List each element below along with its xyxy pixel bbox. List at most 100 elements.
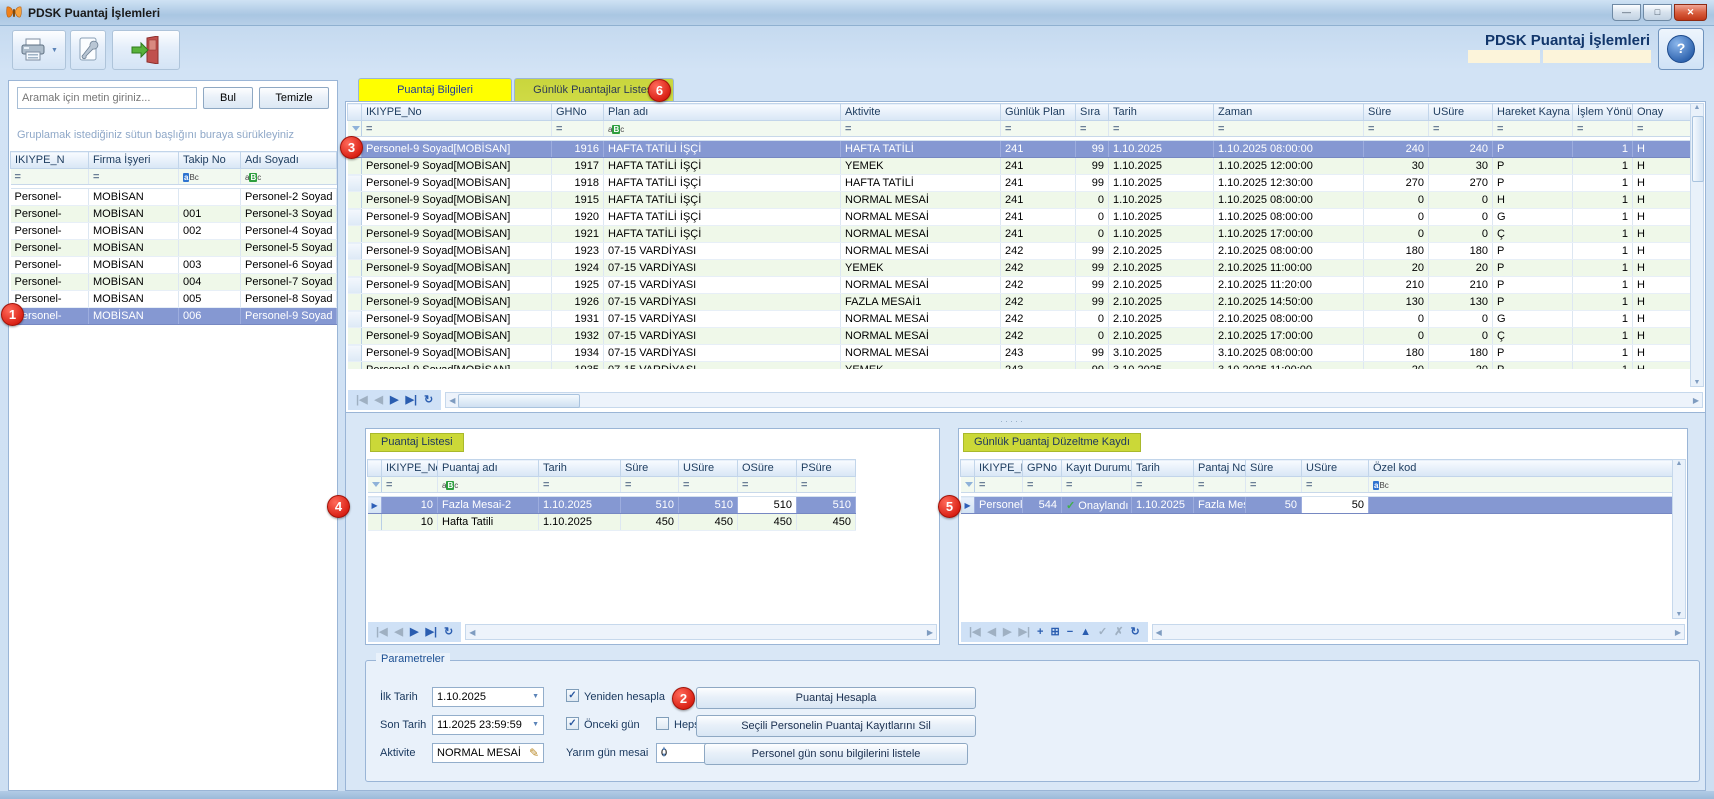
cell[interactable]: HAFTA TATİLİ İŞÇİ	[604, 175, 841, 192]
cell[interactable]: 005	[179, 291, 241, 308]
cell[interactable]: 1.10.2025	[1109, 226, 1214, 243]
nav-last-icon[interactable]: ▶|	[405, 390, 417, 410]
cell[interactable]: Personel-7 Soyad	[241, 274, 337, 291]
column-header[interactable]: Onay	[1633, 104, 1693, 121]
filter-cell[interactable]: =	[1633, 121, 1693, 137]
cell[interactable]: 450	[797, 514, 856, 531]
cell[interactable]: HAFTA TATİLİ İŞÇİ	[604, 192, 841, 209]
cell[interactable]: 270	[1429, 175, 1493, 192]
cell[interactable]: HAFTA TATİLİ	[841, 175, 1001, 192]
print-dropdown-arrow[interactable]: ▼	[51, 47, 58, 54]
column-header[interactable]: GPNo	[1023, 460, 1062, 477]
column-header[interactable]: Süre	[1246, 460, 1302, 477]
help-button[interactable]: ?	[1658, 28, 1704, 70]
cell[interactable]: 1932	[552, 328, 604, 345]
cell[interactable]: H	[1633, 141, 1693, 158]
dropdown-arrow-icon[interactable]: ▼	[532, 688, 539, 706]
cell[interactable]: 0	[1076, 328, 1109, 345]
cell[interactable]: 1	[1573, 277, 1633, 294]
nav-delete-icon[interactable]: −	[1067, 622, 1073, 642]
column-header[interactable]: IKIYPE_No	[975, 460, 1023, 477]
table-row[interactable]: Personel-9 Soyad[MOBİSAN]192607-15 VARDİ…	[348, 294, 1693, 311]
cell[interactable]: FAZLA MESAİ1	[841, 294, 1001, 311]
cell[interactable]: Ç	[1493, 226, 1573, 243]
cell[interactable]: Personel-9 So	[975, 497, 1023, 514]
cell[interactable]	[1369, 497, 1676, 514]
filter-cell[interactable]: =	[1573, 121, 1633, 137]
cell[interactable]: 50	[1246, 497, 1302, 514]
cell[interactable]: 1917	[552, 158, 604, 175]
cell[interactable]: 1.10.2025 08:00:00	[1214, 141, 1364, 158]
cell[interactable]: 50	[1302, 497, 1369, 514]
find-button[interactable]: Bul	[203, 87, 253, 109]
cell[interactable]: P	[1493, 175, 1573, 192]
cell[interactable]: P	[1493, 260, 1573, 277]
filter-cell[interactable]: =	[1132, 477, 1194, 493]
settings-button[interactable]	[70, 30, 106, 70]
scroll-thumb[interactable]	[1692, 116, 1704, 182]
filter-cell[interactable]: =	[738, 477, 797, 493]
cell[interactable]: 99	[1076, 294, 1109, 311]
table-row[interactable]: Personel-9 Soyad[MOBİSAN]1915HAFTA TATİL…	[348, 192, 1693, 209]
spin-up-icon[interactable]: ▲	[661, 746, 667, 753]
table-row[interactable]: Personel-MOBİSAN003Personel-6 Soyad	[11, 257, 337, 274]
cell[interactable]: NORMAL MESAİ	[841, 243, 1001, 260]
cell[interactable]: 1.10.2025	[1109, 192, 1214, 209]
cell[interactable]: 2.10.2025	[1109, 328, 1214, 345]
column-header[interactable]: Hareket Kayna	[1493, 104, 1573, 121]
column-header[interactable]: Sıra	[1076, 104, 1109, 121]
nav-add-icon[interactable]: +	[1037, 622, 1043, 642]
restore-button[interactable]: □	[1643, 4, 1672, 21]
cell[interactable]: 0	[1076, 209, 1109, 226]
column-header[interactable]: USüre	[679, 460, 738, 477]
filter-cell[interactable]: =	[1109, 121, 1214, 137]
cell[interactable]: Personel-	[11, 206, 89, 223]
cell[interactable]: 20	[1429, 260, 1493, 277]
column-header[interactable]: Takip No	[179, 152, 241, 169]
edit-pencil-icon[interactable]: ✎	[529, 744, 539, 762]
table-row[interactable]: ▶10Fazla Mesai-21.10.2025510510510510	[368, 497, 856, 514]
table-row[interactable]: Personel-MOBİSAN005Personel-8 Soyad	[11, 291, 337, 308]
cell[interactable]: 30	[1429, 158, 1493, 175]
cell[interactable]: 1	[1573, 345, 1633, 362]
cell[interactable]: MOBİSAN	[89, 291, 179, 308]
son-tarih-field[interactable]: 11.2025 23:59:59 ▼	[432, 715, 544, 735]
cell[interactable]: H	[1633, 226, 1693, 243]
nav-next-icon[interactable]: ▶	[410, 622, 418, 642]
cell[interactable]	[179, 189, 241, 206]
column-header[interactable]: Tarih	[539, 460, 621, 477]
column-header[interactable]: Süre	[1364, 104, 1429, 121]
cell[interactable]: P	[1493, 345, 1573, 362]
cell[interactable]: 001	[179, 206, 241, 223]
column-header[interactable]: İşlem Yönü	[1573, 104, 1633, 121]
cell[interactable]: 0	[1429, 192, 1493, 209]
cell[interactable]: 1	[1573, 243, 1633, 260]
cell[interactable]: 1920	[552, 209, 604, 226]
cell[interactable]: 510	[738, 497, 797, 514]
cell[interactable]: 99	[1076, 260, 1109, 277]
cell[interactable]: 544	[1023, 497, 1062, 514]
column-header[interactable]: Kayıt Durumu	[1062, 460, 1132, 477]
cell[interactable]: HAFTA TATİLİ İŞÇİ	[604, 226, 841, 243]
cell[interactable]: Personel-9 Soyad[MOBİSAN]	[362, 209, 552, 226]
cell[interactable]: 1	[1573, 209, 1633, 226]
cell[interactable]: 1	[1573, 294, 1633, 311]
filter-cell[interactable]: aBc	[241, 169, 337, 185]
filter-cell[interactable]: =	[1302, 477, 1369, 493]
cell[interactable]: 180	[1364, 243, 1429, 260]
cell[interactable]: H	[1493, 192, 1573, 209]
nav-add-child-icon[interactable]: ⊞	[1050, 622, 1059, 642]
filter-cell[interactable]: =	[382, 477, 438, 493]
nav-refresh-icon[interactable]: ↻	[444, 622, 453, 642]
search-input[interactable]	[17, 87, 197, 109]
cell[interactable]: 1.10.2025 17:00:00	[1214, 226, 1364, 243]
nav-last-icon[interactable]: ▶|	[425, 622, 437, 642]
filter-cell[interactable]: =	[1429, 121, 1493, 137]
cell[interactable]: MOBİSAN	[89, 257, 179, 274]
table-row[interactable]: ▶Personel-9 Soyad[MOBİSAN]1916HAFTA TATİ…	[348, 141, 1693, 158]
table-row[interactable]: Personel-9 Soyad[MOBİSAN]193407-15 VARDİ…	[348, 345, 1693, 362]
table-row[interactable]: Personel-9 Soyad[MOBİSAN]193507-15 VARDİ…	[348, 362, 1693, 370]
filter-cell[interactable]: =	[89, 169, 179, 185]
nav-edit-icon[interactable]: ▲	[1080, 622, 1091, 642]
column-header[interactable]: Firma İşyeri	[89, 152, 179, 169]
